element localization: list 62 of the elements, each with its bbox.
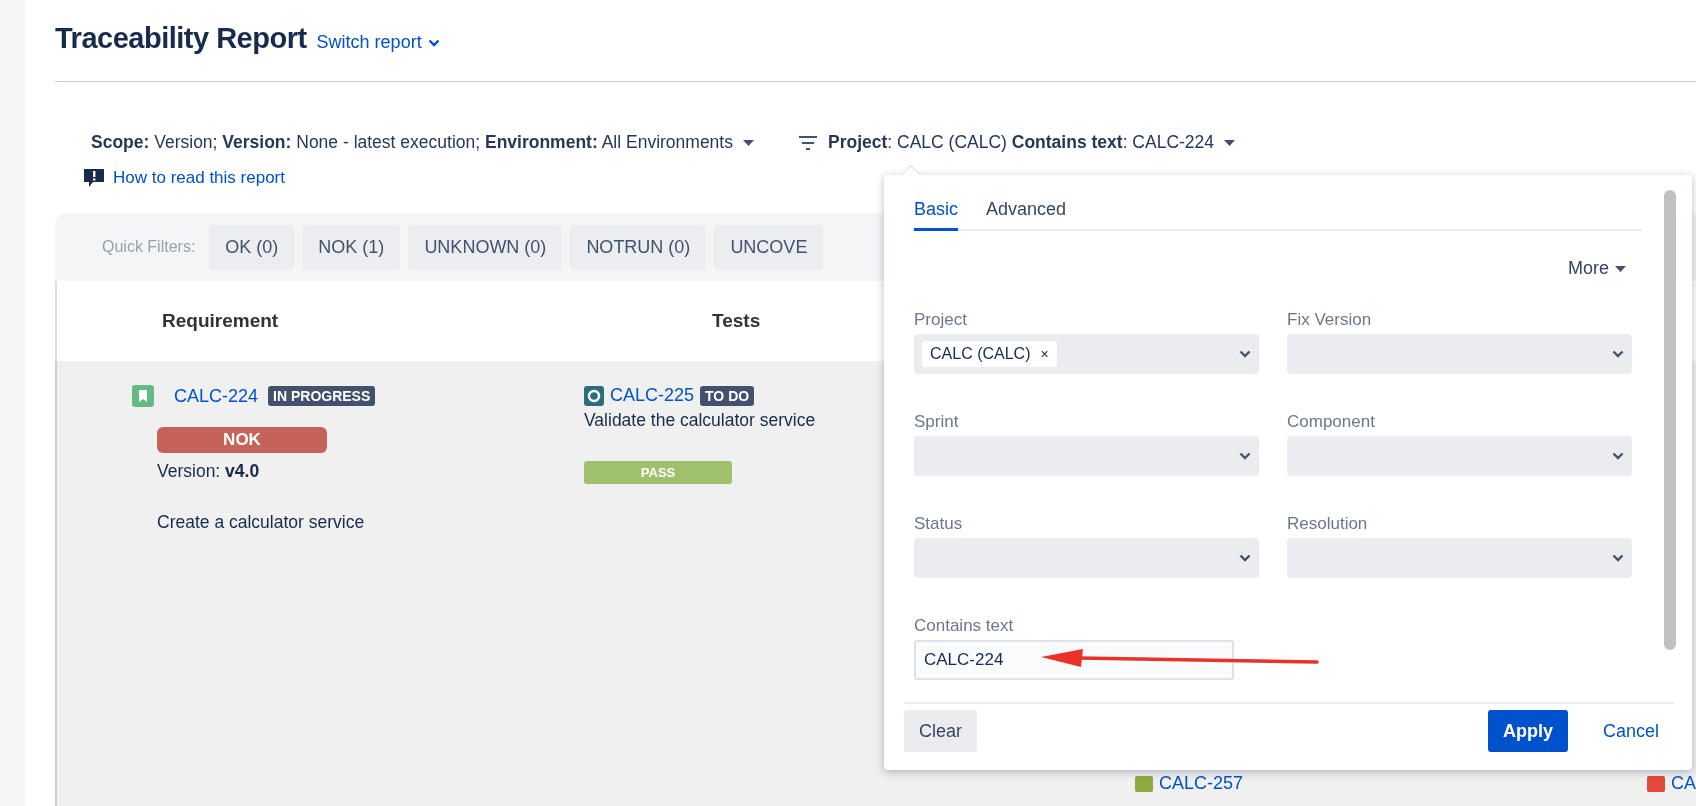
caret-icon — [742, 139, 754, 146]
issue-key-link[interactable]: CALC-257 — [1159, 773, 1244, 794]
cancel-link[interactable]: Cancel — [1587, 710, 1674, 752]
filter-summary[interactable]: Project: CALC (CALC) Contains text: CALC-224 — [827, 132, 1215, 153]
field-label: Project — [914, 310, 968, 330]
status-lozenge: TO DO — [700, 385, 755, 406]
chevron-icon — [1239, 350, 1251, 358]
quick-filters-label: Quick Filters: — [102, 238, 196, 256]
select-field[interactable] — [1287, 538, 1632, 578]
select-field[interactable] — [914, 436, 1259, 476]
field-label: Component — [1287, 412, 1376, 432]
chevron-icon — [1612, 350, 1624, 358]
caret-icon — [1615, 265, 1626, 272]
action-button[interactable]: Clear — [904, 710, 977, 752]
chevron-icon — [1612, 452, 1624, 460]
action-button[interactable]: Apply — [1487, 710, 1568, 752]
caret-icon — [1224, 139, 1236, 146]
tab[interactable]: Advanced — [986, 199, 1067, 231]
field-label: Resolution — [1287, 514, 1369, 534]
select-field[interactable] — [1287, 436, 1632, 476]
result-badge: NOK — [157, 427, 327, 453]
issue-type-icon — [1647, 775, 1665, 792]
field-label: Contains text — [914, 616, 1015, 636]
quick-filter-button[interactable]: NOTRUN (0) — [570, 224, 707, 270]
chevron-icon — [427, 38, 440, 47]
issue-key-link[interactable]: CALC-224 — [174, 385, 259, 407]
tab[interactable]: Basic — [914, 199, 958, 231]
result-badge: PASS — [584, 461, 732, 484]
page-title: Traceability Report — [55, 22, 307, 55]
field-label: Fix Version — [1287, 310, 1373, 330]
chevron-icon — [1612, 554, 1624, 562]
field-label: Sprint — [914, 412, 960, 432]
quick-filter-button[interactable]: UNKNOWN (0) — [408, 224, 563, 270]
scrollbar[interactable] — [1664, 190, 1676, 650]
column-header: Tests — [712, 310, 761, 332]
select-field[interactable]: CALC (CALC) × — [914, 334, 1259, 374]
issue-type-icon — [1135, 775, 1153, 792]
test-summary: Validate the calculator service — [584, 410, 816, 431]
scope-summary[interactable]: Scope: Version; Version: None - latest execution; Environment: All Environments — [91, 132, 733, 153]
filter-icon[interactable] — [797, 135, 818, 150]
issue-key-link[interactable]: CALC-225 — [610, 385, 695, 406]
help-link[interactable]: How to read this report — [113, 168, 285, 188]
column-header: Requirement — [162, 310, 279, 332]
issue-key-link[interactable]: CA — [1671, 773, 1696, 794]
status-lozenge: IN PROGRESS — [268, 386, 376, 406]
story-icon — [132, 385, 154, 407]
selected-chip[interactable]: CALC (CALC) × — [922, 341, 1057, 367]
field-label: Status — [914, 514, 964, 534]
quick-filter-button[interactable]: NOK (1) — [302, 224, 401, 270]
chevron-icon — [1239, 554, 1251, 562]
chevron-icon — [1239, 452, 1251, 460]
select-field[interactable] — [914, 538, 1259, 578]
select-field[interactable] — [1287, 334, 1632, 374]
quick-filter-button[interactable]: OK (0) — [209, 224, 295, 270]
text-input[interactable]: CALC-224 — [914, 640, 1234, 680]
requirement-summary: Create a calculator service — [157, 512, 365, 533]
test-icon — [584, 385, 604, 406]
version-text: Version: v4.0 — [157, 461, 261, 482]
quick-filter-button[interactable]: UNCOVE — [714, 224, 824, 270]
switch-report-link[interactable]: Switch report — [316, 32, 440, 53]
help-icon — [83, 167, 105, 189]
more-button[interactable]: More — [1562, 257, 1632, 280]
